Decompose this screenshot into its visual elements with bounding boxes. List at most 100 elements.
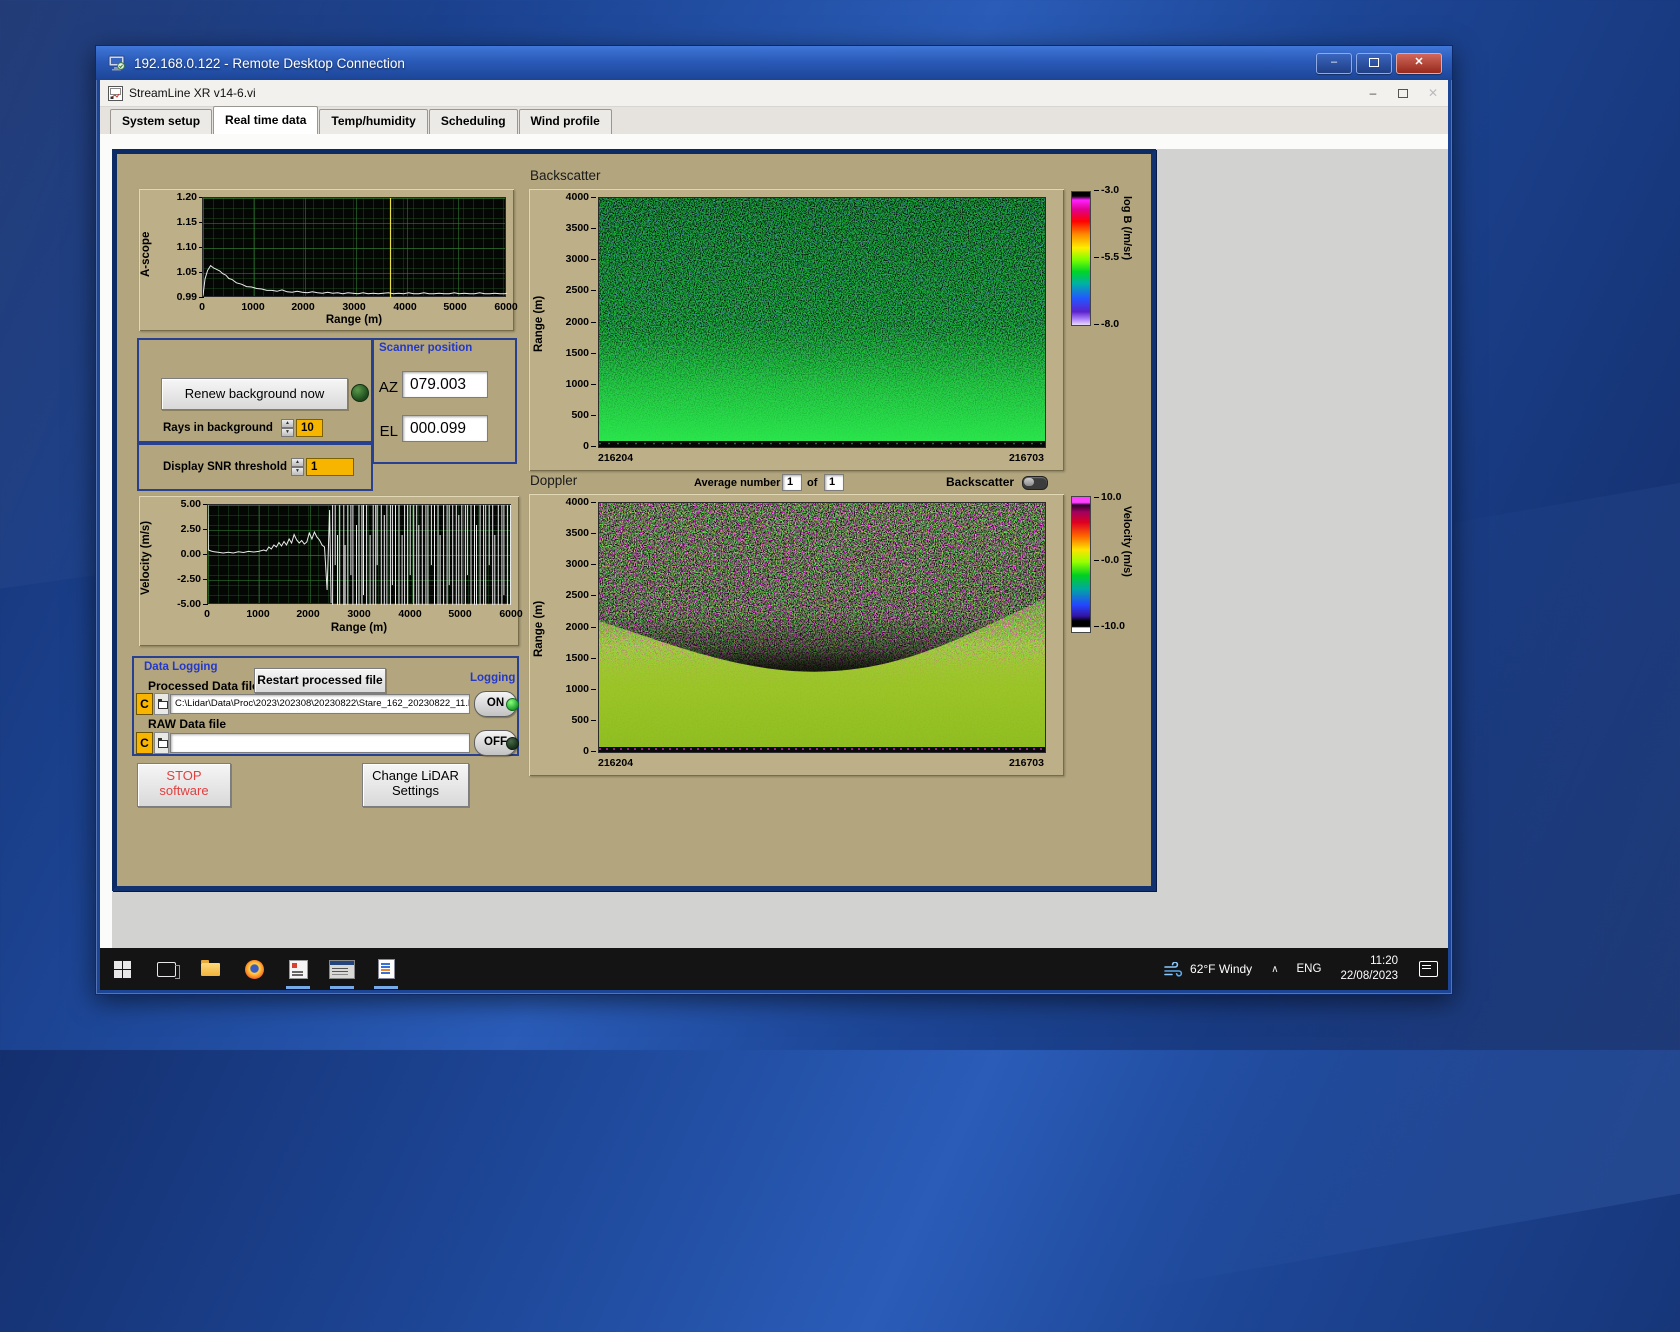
processed-drive-field[interactable]: C [136,693,153,715]
backscatter-doppler-toggle[interactable] [1022,476,1048,490]
tick-label: 3000 [347,608,371,620]
rays-spinner[interactable]: ▲ ▼ [281,419,294,437]
tab-scheduling[interactable]: Scheduling [428,109,518,134]
tab-strip: System setup Real time data Temp/humidit… [100,106,1448,134]
scale-label: -3.0 [1094,184,1134,196]
labview-minimize-button[interactable]: – [1358,86,1388,101]
doppler-color-scale [1071,496,1091,633]
average-number-field[interactable]: 1 [782,474,802,491]
rdp-close-button[interactable]: ✕ [1396,53,1442,74]
doppler-section-title: Doppler [530,473,578,488]
logging-label: Logging [470,672,516,684]
task-view-button[interactable] [144,948,188,990]
raw-logging-off-button[interactable]: OFF [474,730,519,756]
backscatter-x-end: 216703 [1008,452,1044,464]
panel-left-margin [100,149,112,948]
background-led [351,384,369,402]
snr-spinner[interactable]: ▲ ▼ [291,458,304,476]
tick-label: 1.15 [157,215,204,229]
labview-app-icon [288,959,308,979]
renew-background-button[interactable]: Renew background now [161,378,348,410]
tick-label: 1.10 [157,240,204,254]
tick-label: 0.00 [159,547,208,561]
data-logging-group: Data Logging Processed Data file Restart… [132,656,519,756]
tick-label: 1000 [246,608,270,620]
processed-data-file-label: Processed Data file [148,679,259,693]
labview-close-button[interactable]: ✕ [1418,86,1448,101]
tray-expand-chevron[interactable]: ∧ [1262,964,1287,975]
average-number-label: Average number [694,477,781,489]
average-total-field[interactable]: 1 [824,474,844,491]
time-text: 11:20 [1370,955,1398,968]
snr-value-field[interactable]: 1 [306,458,354,476]
change-lidar-settings-button[interactable]: Change LiDAR Settings [362,763,469,807]
weather-widget[interactable]: 62°F Windy [1154,961,1262,977]
snr-group: Display SNR threshold ▲ ▼ 1 [137,443,373,491]
labview-restore-button[interactable] [1388,86,1418,101]
tick-label: 1500 [553,346,596,360]
tick-label: -2.50 [159,572,208,586]
scan-scheduler-icon [329,959,355,979]
raw-browse-button[interactable] [154,732,169,754]
start-button[interactable] [100,948,144,990]
tab-underlay [100,134,1448,149]
processed-browse-button[interactable] [154,693,169,715]
ascope-plot[interactable] [202,197,507,298]
vi-app-icon [108,85,123,101]
processed-logging-on-button[interactable]: ON [474,691,519,717]
doppler-heatmap[interactable] [598,502,1046,753]
document-taskbar-button[interactable] [364,948,408,990]
tick-label: 2500 [553,283,596,297]
tick-label: 1000 [241,301,265,313]
el-value-field[interactable]: 000.099 [402,415,488,442]
scale-label: 10.0 [1094,491,1134,503]
raw-drive-field[interactable]: C [136,732,153,754]
tick-label: 2.50 [159,522,208,536]
task-view-icon [156,961,180,979]
tab-real-time-data[interactable]: Real time data [213,106,319,134]
tick-label: 1.05 [157,265,204,279]
rdp-minimize-button[interactable]: – [1316,53,1352,74]
tab-temp-humidity[interactable]: Temp/humidity [319,109,428,134]
labview-taskbar-button[interactable] [276,948,320,990]
velocity-plot[interactable] [207,504,511,605]
tick-label: 3000 [553,252,596,266]
az-value-field[interactable]: 079.003 [402,371,488,398]
doppler-graph: Range (m) 4000 3500 3000 2500 2000 1500 … [529,494,1064,776]
remote-desktop-icon [108,55,125,71]
wind-icon [1164,961,1183,977]
folder-icon [200,959,220,976]
tick-label: 0 [553,439,596,453]
snr-threshold-label: Display SNR threshold [163,461,287,473]
clock[interactable]: 11:20 22/08/2023 [1330,954,1408,984]
main-panel: A-scope 1.20 1.15 1.10 1.05 0.99 0 1000 … [112,149,1156,891]
rdp-maximize-button[interactable] [1356,53,1392,74]
tick-label: 5.00 [159,497,208,511]
tick-label: 2000 [553,620,596,634]
tab-wind-profile[interactable]: Wind profile [518,109,612,134]
rdp-titlebar[interactable]: 192.168.0.122 - Remote Desktop Connectio… [96,46,1452,80]
data-logging-title: Data Logging [144,661,218,673]
tick-label: 6000 [499,608,523,620]
restart-processed-file-button[interactable]: Restart processed file [254,668,386,693]
of-label: of [807,477,818,489]
weather-text: 62°F Windy [1190,962,1253,976]
date-text: 22/08/2023 [1340,970,1398,982]
file-explorer-button[interactable] [188,948,232,990]
scanner-position-group: Scanner position AZ 079.003 EL 000.099 [372,338,517,464]
tab-system-setup[interactable]: System setup [110,109,213,134]
raw-path-field[interactable] [170,733,470,753]
remote-desktop-window: 192.168.0.122 - Remote Desktop Connectio… [95,45,1453,995]
labview-titlebar[interactable]: StreamLine XR v14-6.vi – ✕ [100,80,1448,107]
rdp-title-text: 192.168.0.122 - Remote Desktop Connectio… [134,55,405,71]
processed-path-field[interactable]: C:\Lidar\Data\Proc\2023\202308\20230822\… [170,694,470,714]
backscatter-section-title: Backscatter [530,168,601,183]
rays-value-field[interactable]: 10 [296,419,323,437]
backscatter-heatmap[interactable] [598,197,1046,448]
language-indicator[interactable]: ENG [1288,963,1331,975]
firefox-button[interactable] [232,948,276,990]
stop-software-button[interactable]: STOP software [137,763,231,807]
action-center-button[interactable] [1408,961,1448,977]
scan-scheduler-taskbar-button[interactable] [320,948,364,990]
tick-label: 5000 [443,301,467,313]
